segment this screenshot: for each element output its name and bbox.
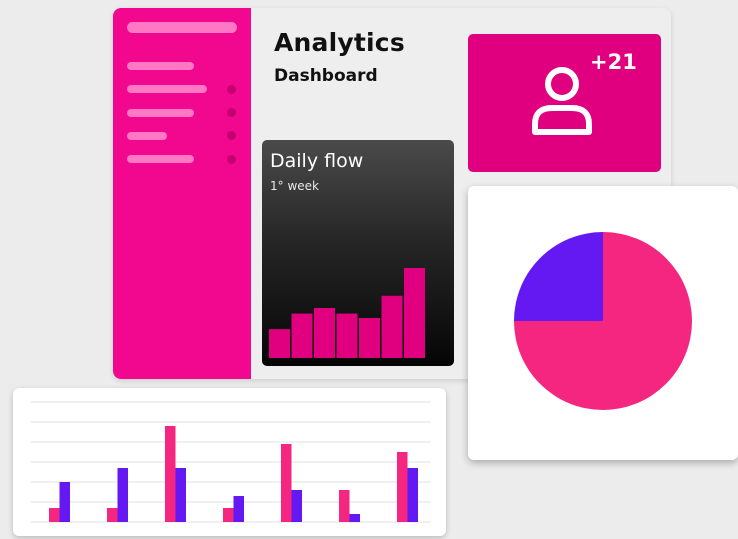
pie-chart — [514, 232, 692, 410]
daily-flow-bar — [381, 295, 403, 358]
sidebar-dot-4 — [227, 155, 236, 164]
sidebar-item-5[interactable] — [127, 155, 194, 163]
grouped-bar-chart — [31, 401, 431, 523]
daily-flow-bar — [314, 308, 335, 358]
bar-pink — [49, 508, 60, 522]
bar-pink — [397, 452, 408, 522]
user-icon — [532, 67, 592, 135]
sidebar — [113, 8, 251, 379]
sidebar-item-4[interactable] — [127, 132, 167, 140]
bar-purple — [175, 468, 186, 522]
daily-flow-bar — [291, 313, 313, 358]
daily-flow-bar — [359, 318, 380, 358]
bar-pink — [165, 426, 176, 522]
daily-flow-bar — [404, 268, 425, 358]
sidebar-dot-3 — [227, 131, 236, 140]
sidebar-item-2[interactable] — [127, 85, 207, 93]
daily-flow-bar — [269, 329, 290, 358]
users-tile[interactable]: +21 — [468, 34, 661, 172]
daily-flow-card[interactable]: Daily flow 1° week — [262, 140, 454, 366]
user-count-badge: +21 — [590, 50, 637, 74]
bar-pink — [223, 508, 234, 522]
bar-pink — [281, 444, 292, 522]
bar-purple — [117, 468, 128, 522]
pie-slice — [514, 232, 603, 321]
bar-chart-card[interactable] — [13, 388, 446, 536]
sidebar-item-1[interactable] — [127, 62, 194, 70]
bar-pink — [107, 508, 118, 522]
pie-chart-card[interactable] — [468, 186, 738, 460]
page-title: Analytics — [274, 28, 405, 57]
bar-purple — [291, 490, 302, 522]
daily-flow-bar — [336, 313, 358, 358]
bar-purple — [407, 468, 418, 522]
bar-purple — [349, 514, 360, 522]
bar-purple — [233, 496, 244, 522]
daily-flow-chart — [269, 268, 425, 358]
sidebar-header-bar — [127, 22, 237, 33]
sidebar-dot-2 — [227, 108, 236, 117]
bar-pink — [339, 490, 350, 522]
page-subtitle: Dashboard — [274, 66, 378, 86]
bar-purple — [59, 482, 70, 522]
sidebar-item-3[interactable] — [127, 109, 194, 117]
sidebar-dot-1 — [227, 85, 236, 94]
